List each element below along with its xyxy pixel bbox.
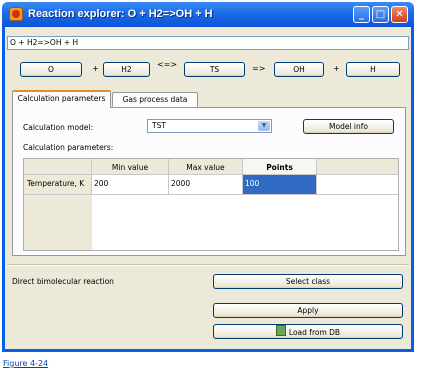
equilibrium-arrow: <=> <box>157 60 178 69</box>
calculation-model-select[interactable]: TST ▼ <box>147 119 272 133</box>
calculation-model-value: TST <box>152 121 166 130</box>
grid-filler-header <box>317 159 398 175</box>
apply-button[interactable]: Apply <box>213 303 403 318</box>
load-from-db-label: Load from DB <box>288 328 341 337</box>
tab-calculation-parameters[interactable]: Calculation parameters <box>12 90 111 108</box>
chevron-down-icon[interactable]: ▼ <box>258 121 270 131</box>
transition-state-button[interactable]: TS <box>184 62 245 77</box>
figure-caption-link[interactable]: Figure 4-24 <box>3 358 48 369</box>
reactant-h2-button[interactable]: H2 <box>103 62 150 77</box>
plus-sign: + <box>92 64 99 73</box>
reaction-app-icon <box>9 7 23 21</box>
divider <box>7 264 409 266</box>
grid-filler-cell <box>317 175 398 195</box>
close-button[interactable]: ✕ <box>391 6 408 23</box>
tab-gas-process-data[interactable]: Gas process data <box>112 92 198 107</box>
reactant-o-button[interactable]: O <box>20 62 82 77</box>
model-info-button[interactable]: Model info <box>303 119 394 134</box>
product-oh-button[interactable]: OH <box>274 62 324 77</box>
min-value-header[interactable]: Min value <box>92 159 169 175</box>
window-title: Reaction explorer: O + H2=>OH + H <box>28 8 213 20</box>
calculation-model-label: Calculation model: <box>23 123 94 132</box>
temperature-row-header: Temperature, K <box>24 175 92 195</box>
grid-empty-area <box>92 195 398 250</box>
reaction-class-label: Direct bimolecular reaction <box>12 277 114 286</box>
select-class-button[interactable]: Select class <box>213 274 403 289</box>
title-bar[interactable]: Reaction explorer: O + H2=>OH + H _ □ ✕ <box>2 2 414 27</box>
maximize-button[interactable]: □ <box>372 6 389 23</box>
parameters-grid: Min value Max value Points Temperature, … <box>23 158 399 251</box>
database-icon <box>275 325 286 336</box>
product-h-button[interactable]: H <box>346 62 400 77</box>
reaction-formula-input[interactable]: O + H2=>OH + H <box>7 36 409 50</box>
calculation-parameters-label: Calculation parameters: <box>23 143 114 152</box>
minimize-button[interactable]: _ <box>353 6 370 23</box>
forward-arrow: => <box>252 64 266 73</box>
temperature-max-cell[interactable]: 2000 <box>169 175 243 195</box>
points-header[interactable]: Points <box>243 159 317 175</box>
grid-corner-header <box>24 159 92 175</box>
temperature-points-cell[interactable]: 100 <box>243 175 317 195</box>
plus-sign-2: + <box>333 64 340 73</box>
temperature-min-cell[interactable]: 200 <box>92 175 169 195</box>
max-value-header[interactable]: Max value <box>169 159 243 175</box>
load-from-db-button[interactable]: Load from DB <box>213 324 403 339</box>
